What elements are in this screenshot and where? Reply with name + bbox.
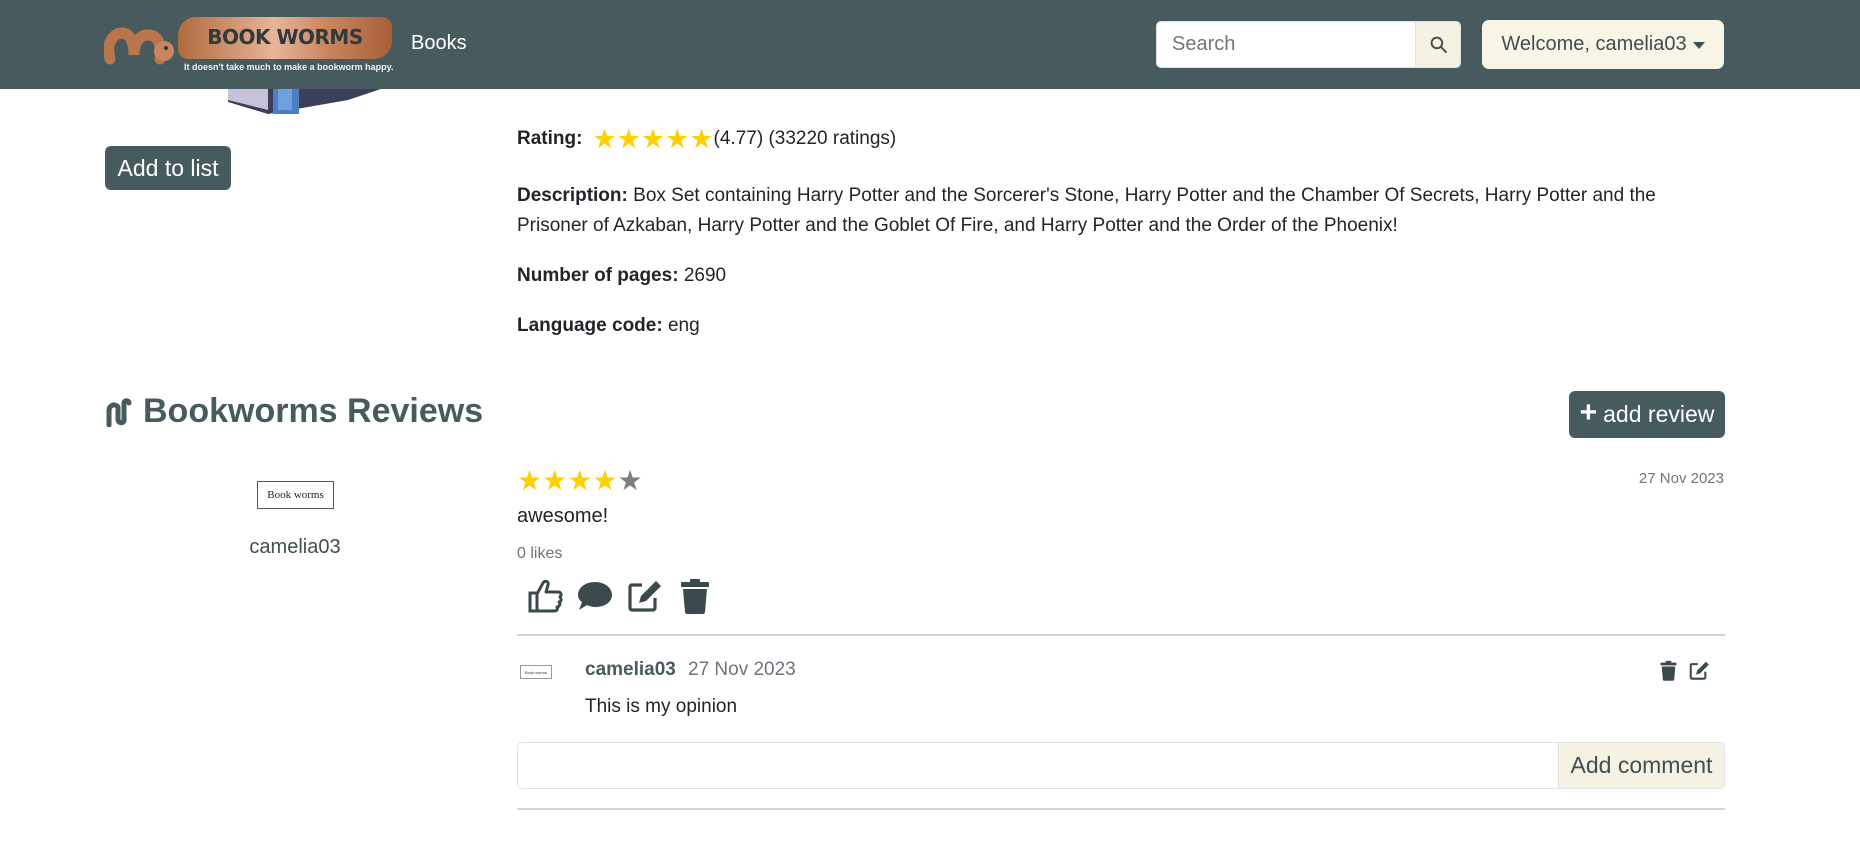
- trash-icon: [1660, 660, 1677, 681]
- delete-review-button[interactable]: [670, 575, 720, 617]
- avatar-logo-text: Book worms: [267, 489, 324, 501]
- star-icon: ★: [640, 123, 666, 154]
- search-form: [1156, 21, 1461, 68]
- trash-icon: [681, 579, 709, 614]
- search-icon: [1430, 36, 1447, 53]
- review-text: awesome!: [517, 505, 609, 527]
- star-icon: ★: [567, 465, 593, 496]
- language-value: eng: [667, 315, 700, 336]
- add-comment-button[interactable]: Add comment: [1559, 742, 1725, 789]
- rating-stars: ★ ★ ★ ★ ★: [592, 123, 714, 154]
- divider: [517, 808, 1725, 810]
- star-icon: ★: [592, 465, 618, 496]
- worm-logo-icon: [104, 27, 174, 65]
- bookworms-logo[interactable]: BOOK WORMS It doesn't take much to make …: [104, 15, 394, 75]
- comment-button[interactable]: [570, 575, 620, 617]
- navbar: BOOK WORMS It doesn't take much to make …: [0, 0, 1860, 89]
- edit-review-button[interactable]: [620, 575, 670, 617]
- edit-icon: [628, 581, 661, 612]
- reviewer-name[interactable]: camelia03: [230, 536, 360, 559]
- star-icon: ★: [616, 123, 641, 154]
- add-review-label: add review: [1603, 401, 1715, 427]
- like-icon: [528, 579, 563, 613]
- star-icon: ★: [665, 123, 690, 154]
- pages-value: 2690: [683, 265, 727, 286]
- rating-row: Rating: ★ ★ ★ ★ ★ (4.77) (33220 ratings): [517, 124, 896, 154]
- review-date: 27 Nov 2023: [1638, 470, 1724, 487]
- reviews-heading: Bookworms Reviews: [105, 392, 483, 431]
- comment-form: Add comment: [517, 742, 1725, 789]
- review-actions: [520, 575, 720, 617]
- nav-books-link[interactable]: Books: [411, 32, 467, 55]
- comment-text: This is my opinion: [585, 696, 738, 717]
- reviewer-avatar: Book worms: [257, 481, 334, 509]
- avatar-logo-text: Book worms: [524, 669, 547, 675]
- description: Description: Box Set containing Harry Po…: [517, 181, 1727, 241]
- pages-label: Number of pages:: [517, 265, 679, 286]
- pages-row: Number of pages: 2690: [517, 261, 726, 291]
- search-button[interactable]: [1416, 21, 1461, 68]
- add-to-list-button[interactable]: Add to list: [105, 146, 231, 190]
- language-label: Language code:: [517, 315, 663, 336]
- comment-user[interactable]: camelia03: [585, 659, 676, 681]
- user-dropdown-button[interactable]: Welcome, camelia03: [1482, 20, 1724, 69]
- review-stars: ★ ★ ★ ★ ★: [517, 467, 643, 495]
- description-text: Box Set containing Harry Potter and the …: [517, 185, 1656, 236]
- add-review-button[interactable]: + add review: [1569, 391, 1725, 438]
- search-input[interactable]: [1156, 21, 1416, 68]
- comment-date: 27 Nov 2023: [688, 659, 796, 680]
- like-button[interactable]: [520, 575, 570, 617]
- worm-icon: [106, 397, 132, 427]
- reviews-title: Bookworms Reviews: [143, 392, 484, 430]
- logo-text: BOOK WORMS: [207, 25, 363, 49]
- description-label: Description:: [517, 185, 628, 206]
- star-icon: ★: [517, 465, 543, 496]
- welcome-label: Welcome, camelia03: [1501, 33, 1687, 55]
- star-icon: ★: [592, 123, 617, 154]
- edit-icon: [1689, 661, 1709, 680]
- rating-text: (4.77) (33220 ratings): [713, 128, 897, 149]
- language-row: Language code: eng: [517, 311, 700, 341]
- chevron-down-icon: [1692, 42, 1705, 49]
- edit-comment-button[interactable]: [1689, 660, 1710, 686]
- delete-comment-button[interactable]: [1660, 660, 1677, 686]
- star-icon: ★: [542, 465, 568, 496]
- logo-banner: BOOK WORMS: [178, 17, 392, 59]
- comment-input[interactable]: [517, 742, 1559, 789]
- logo-tagline: It doesn't take much to make a bookworm …: [184, 62, 394, 72]
- star-empty-icon: ★: [617, 465, 643, 496]
- comment-actions: [1660, 660, 1710, 686]
- rating-label: Rating:: [517, 128, 583, 149]
- likes-count: 0 likes: [517, 545, 563, 562]
- commenter-avatar: Book worms: [520, 665, 552, 679]
- plus-icon: +: [1579, 396, 1598, 429]
- divider: [517, 634, 1725, 636]
- star-icon: ★: [689, 123, 714, 154]
- comment-icon: [578, 582, 612, 610]
